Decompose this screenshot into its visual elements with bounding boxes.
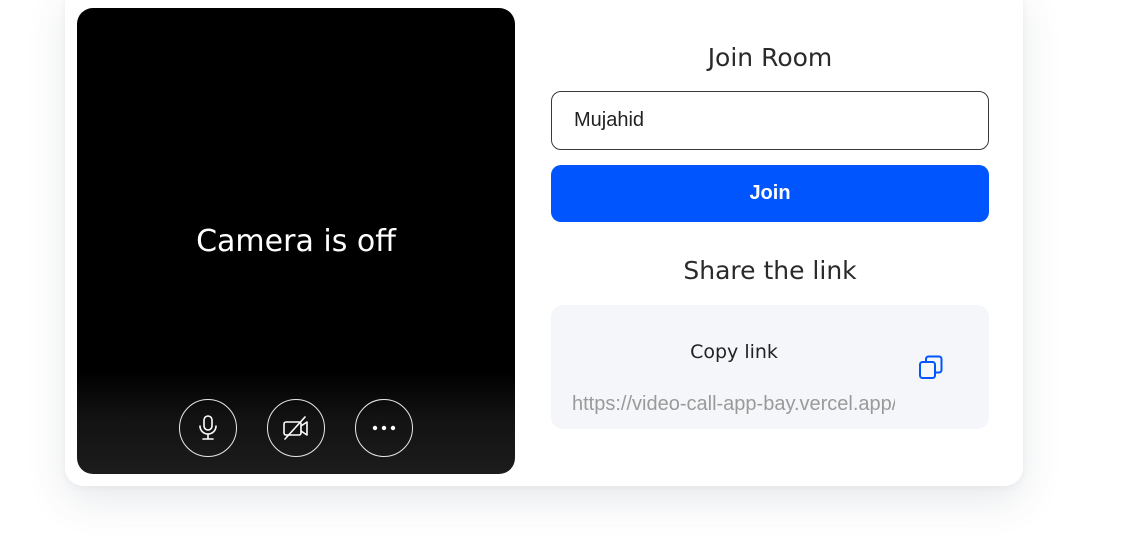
copy-icon[interactable] (917, 353, 945, 381)
join-room-heading: Join Room (707, 43, 833, 72)
microphone-toggle-button[interactable] (179, 399, 237, 457)
copy-link-label: Copy link (690, 341, 778, 363)
video-preview: Camera is off (77, 8, 515, 474)
share-link-heading: Share the link (683, 256, 857, 285)
microphone-icon (199, 415, 217, 440)
more-options-button[interactable] (355, 399, 413, 457)
camera-toggle-button[interactable] (267, 399, 325, 457)
share-link-box: Copy link https://video-call-app-bay.ver… (551, 305, 989, 429)
more-horizontal-icon (372, 425, 396, 431)
name-input[interactable] (551, 91, 989, 150)
video-off-icon (283, 416, 308, 440)
camera-status-text: Camera is off (196, 224, 396, 259)
join-button[interactable]: Join (551, 165, 989, 222)
share-link-url[interactable]: https://video-call-app-bay.vercel.app/ro… (572, 393, 895, 416)
media-controls (77, 399, 515, 457)
